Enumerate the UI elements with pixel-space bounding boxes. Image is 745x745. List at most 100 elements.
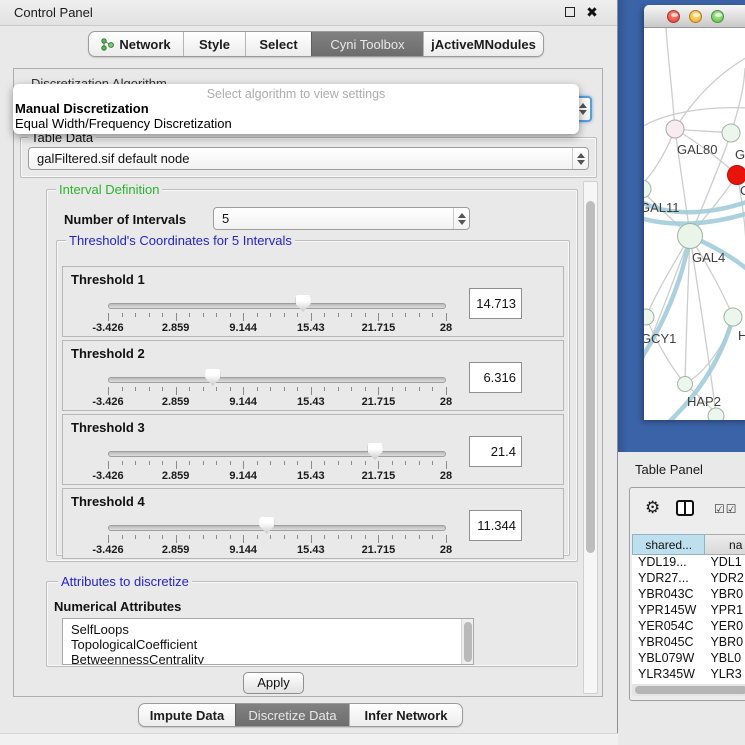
tick-label: 2.859 <box>162 322 190 334</box>
network-node-GAL4[interactable] <box>678 224 703 249</box>
slider-track[interactable] <box>108 451 446 457</box>
tab-infer-network[interactable]: Infer Network <box>349 704 462 726</box>
attribute-item[interactable]: BetweennessCentrality <box>63 652 473 665</box>
slider-track[interactable] <box>108 377 446 383</box>
tick-mark <box>405 461 406 465</box>
table-row[interactable]: YDR27...YDR2 <box>632 571 745 587</box>
split-columns-icon[interactable] <box>676 500 694 521</box>
network-node-GAL80[interactable] <box>666 120 684 138</box>
slider-thumb[interactable] <box>296 295 311 312</box>
tick-label: 21.715 <box>362 396 396 408</box>
tick-mark <box>108 313 109 321</box>
table-row[interactable]: YBL079WYBL0 <box>632 651 745 667</box>
table-panel-title: Table Panel <box>635 462 703 477</box>
tick-mark <box>149 461 150 465</box>
column-header-shared-name[interactable]: shared... <box>632 534 705 555</box>
tab-jactivemnodules[interactable]: jActiveMNodules <box>423 32 543 56</box>
tick-mark <box>432 387 433 391</box>
node-label-H: H <box>738 328 745 343</box>
tick-mark <box>230 313 231 317</box>
network-canvas[interactable]: GAL80GACGAL11GAL4GCY1HHAP2 <box>644 28 745 420</box>
tick-mark <box>122 313 123 317</box>
network-node-HAP2[interactable] <box>678 377 693 392</box>
tab-cyni-toolbox[interactable]: Cyni Toolbox <box>311 32 423 56</box>
network-node-node-red[interactable] <box>728 166 745 185</box>
tick-mark <box>243 313 244 321</box>
cell-name: YER0 <box>705 619 745 635</box>
tick-mark <box>284 535 285 539</box>
slider-thumb[interactable] <box>205 369 220 386</box>
cell-name: YBL0 <box>705 651 745 667</box>
float-window-icon[interactable] <box>563 6 577 20</box>
table-row[interactable]: YBR043CYBR0 <box>632 587 745 603</box>
threshold-label: Threshold 3 <box>71 420 145 435</box>
tick-label: -3.426 <box>92 544 123 556</box>
dropdown-placeholder-option[interactable]: Select algorithm to view settings <box>13 84 579 101</box>
table-row[interactable]: YDL19...YDL1 <box>632 555 745 571</box>
tick-mark <box>189 387 190 391</box>
network-node-node-bottom[interactable] <box>708 408 724 420</box>
tick-mark <box>257 461 258 465</box>
network-icon <box>101 38 114 51</box>
number-of-intervals-combobox[interactable]: 5 <box>213 207 470 230</box>
network-edge[interactable] <box>675 56 745 129</box>
tick-mark <box>392 313 393 317</box>
tab-label: Style <box>199 37 230 52</box>
tab-discretize-data[interactable]: Discretize Data <box>235 704 349 726</box>
threshold-label: Threshold 1 <box>71 272 145 287</box>
tab-select[interactable]: Select <box>245 32 311 56</box>
network-node-GCY1[interactable] <box>644 309 654 325</box>
apply-button[interactable]: Apply <box>243 672 304 694</box>
table-row[interactable]: YER054CYER0 <box>632 619 745 635</box>
tab-style[interactable]: Style <box>183 32 245 56</box>
threshold-value-field[interactable]: 14.713 <box>469 288 522 319</box>
attribute-item[interactable]: SelfLoops <box>63 622 473 637</box>
network-window-titlebar[interactable] <box>644 5 745 28</box>
cell-shared-name: YBR043C <box>632 587 705 603</box>
dropdown-option[interactable]: Manual Discretization <box>13 101 579 116</box>
threshold-label: Threshold 2 <box>71 346 145 361</box>
network-edge[interactable] <box>646 317 685 384</box>
tick-mark <box>351 461 352 465</box>
slider-track[interactable] <box>108 525 446 531</box>
zoom-traffic-light-icon[interactable] <box>711 10 724 23</box>
tick-mark <box>405 313 406 317</box>
tab-impute-data[interactable]: Impute Data <box>139 704 235 726</box>
column-header-name[interactable]: na <box>705 534 745 555</box>
gear-icon[interactable]: ⚙ <box>645 498 660 518</box>
checkbox-filter-icons[interactable]: ☑☑ <box>714 502 738 516</box>
tick-mark <box>392 461 393 465</box>
tab-network[interactable]: Network <box>89 32 183 56</box>
tick-mark <box>108 387 109 395</box>
slider-thumb[interactable] <box>259 517 274 534</box>
threshold-value-field[interactable]: 6.316 <box>469 362 522 393</box>
numerical-attributes-list[interactable]: SelfLoopsTopologicalCoefficientBetweenne… <box>62 618 474 665</box>
network-node-GAL11[interactable] <box>644 180 651 198</box>
attribute-item[interactable]: TopologicalCoefficient <box>63 637 473 652</box>
table-data-combobox[interactable]: galFiltered.sif default node <box>28 147 589 170</box>
network-node-node-right-h[interactable] <box>724 308 742 326</box>
network-edge[interactable] <box>644 129 675 186</box>
close-traffic-light-icon[interactable] <box>667 10 680 23</box>
network-node-node-top-right[interactable] <box>722 124 740 142</box>
settings-scrollbar[interactable] <box>583 181 598 694</box>
dropdown-option[interactable]: Equal Width/Frequency Discretization <box>13 116 579 131</box>
tick-mark <box>284 461 285 465</box>
table-row[interactable]: YBR045CYBR0 <box>632 635 745 651</box>
network-edge[interactable] <box>731 68 745 133</box>
attributes-scrollbar[interactable] <box>461 619 473 664</box>
threshold-box: Threshold 3-3.4262.8599.14415.4321.71528… <box>62 414 564 485</box>
slider-track[interactable] <box>108 303 446 309</box>
tick-mark <box>446 461 447 469</box>
table-horizontal-scrollbar[interactable] <box>632 684 745 696</box>
network-view-window[interactable]: GAL80GACGAL11GAL4GCY1HHAP2 <box>644 5 745 420</box>
threshold-value-field[interactable]: 21.4 <box>469 436 522 467</box>
close-icon[interactable]: ✖ <box>585 6 599 20</box>
table-row[interactable]: YLR345WYLR3 <box>632 667 745 683</box>
threshold-value-field[interactable]: 11.344 <box>469 510 522 541</box>
minimize-traffic-light-icon[interactable] <box>689 10 702 23</box>
node-attribute-table[interactable]: shared... na YDL19...YDL1YDR27...YDR2YBR… <box>632 534 745 684</box>
table-row[interactable]: YPR145WYPR1 <box>632 603 745 619</box>
tab-label: Select <box>259 37 297 52</box>
slider-thumb[interactable] <box>368 443 383 460</box>
